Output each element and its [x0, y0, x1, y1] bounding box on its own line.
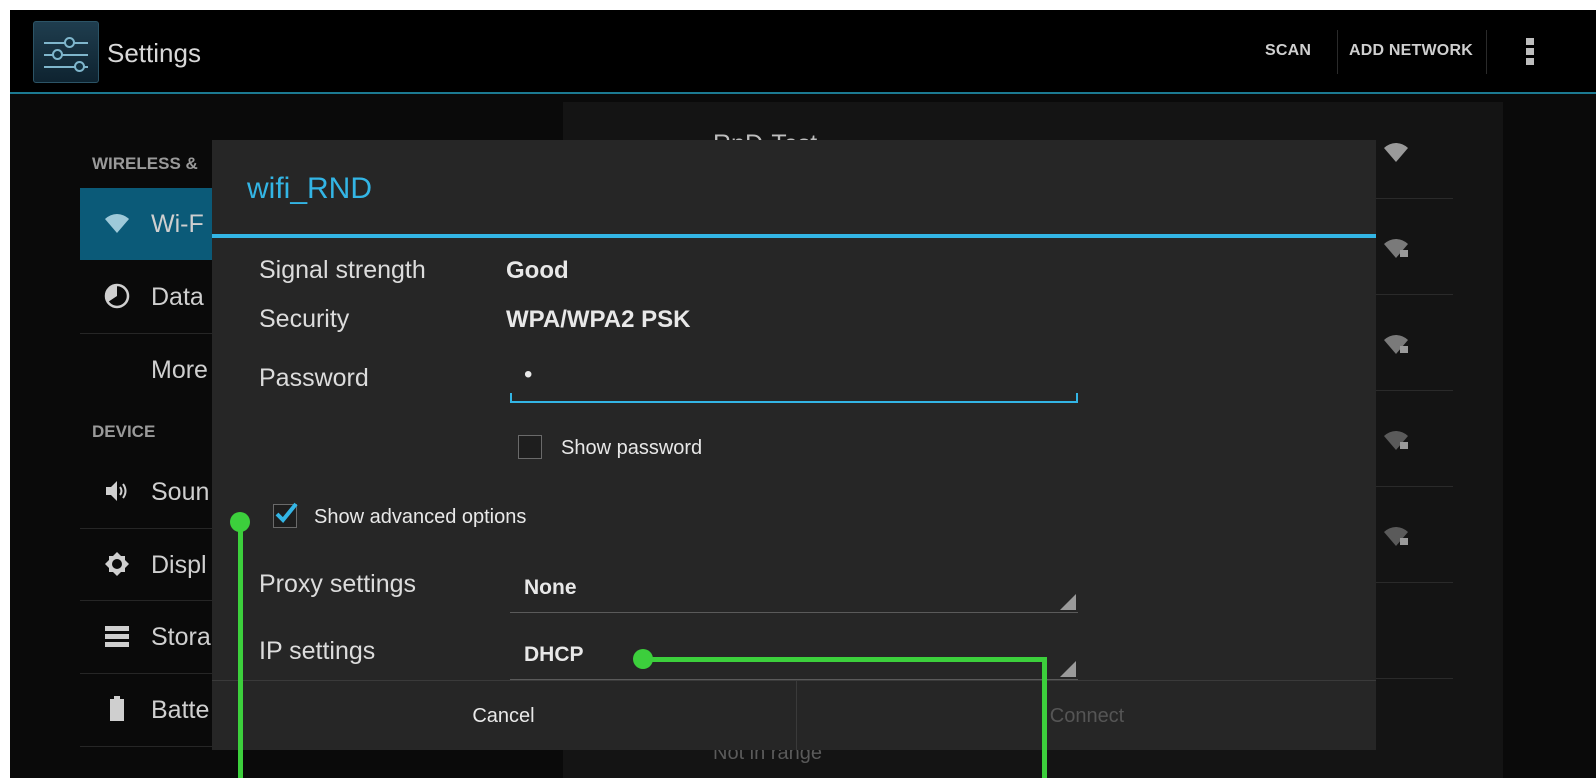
wifi-lock-icon: [1384, 527, 1408, 546]
signal-strength-label: Signal strength: [259, 256, 426, 284]
show-password-label[interactable]: Show password: [561, 437, 702, 460]
storage-icon: [105, 626, 129, 647]
show-advanced-checkbox[interactable]: [273, 502, 298, 528]
cancel-button[interactable]: Cancel: [212, 681, 795, 751]
annotation-dot: [230, 512, 250, 532]
show-password-checkbox[interactable]: [518, 435, 542, 459]
password-value: •: [524, 361, 533, 388]
sidebar-item-label: Data: [151, 283, 204, 311]
spinner-arrow-icon: [1060, 661, 1076, 677]
annotation-line: [1042, 657, 1047, 778]
overflow-menu-icon[interactable]: [1526, 38, 1534, 68]
sound-icon: [106, 481, 127, 501]
wifi-lock-icon: [1384, 431, 1408, 450]
settings-sliders-icon[interactable]: [33, 21, 99, 83]
security-label: Security: [259, 305, 350, 333]
wifi-icon: [105, 214, 129, 233]
connect-button[interactable]: Connect: [796, 681, 1377, 751]
annotation-line: [238, 521, 243, 778]
sidebar-item-label: Batte: [151, 696, 210, 724]
proxy-settings-label: Proxy settings: [259, 570, 417, 598]
app-title: Settings: [107, 38, 201, 68]
sidebar-item-label: Displ: [151, 551, 207, 579]
wifi-lock-icon: [1384, 239, 1408, 258]
wifi-signal-icon: [1384, 143, 1408, 162]
proxy-value: None: [524, 576, 577, 599]
signal-strength-value: Good: [506, 257, 569, 284]
password-label: Password: [259, 364, 369, 392]
security-value: WPA/WPA2 PSK: [506, 306, 691, 333]
annotation-dot: [633, 649, 653, 669]
sidebar-item-label: More: [151, 356, 208, 384]
title-divider: [212, 234, 1376, 238]
proxy-settings-spinner[interactable]: None: [510, 572, 1078, 613]
wifi-lock-icon: [1384, 335, 1408, 354]
sidebar-item-label: Stora: [151, 623, 211, 651]
checkmark-icon: [275, 502, 298, 523]
sidebar-item-label: Wi-F: [151, 210, 204, 238]
add-network-button[interactable]: ADD NETWORK: [1349, 42, 1473, 60]
battery-icon: [110, 696, 124, 721]
cancel-label: Cancel: [472, 705, 535, 727]
scan-button[interactable]: SCAN: [1265, 42, 1311, 60]
data-usage-icon: [104, 283, 130, 309]
dialog-button-bar: Cancel Connect: [212, 680, 1376, 751]
ip-value: DHCP: [524, 643, 584, 666]
annotation-line: [642, 657, 1047, 662]
spinner-arrow-icon: [1060, 594, 1076, 610]
ip-settings-label: IP settings: [259, 637, 376, 665]
password-field[interactable]: •: [510, 355, 1078, 403]
device-screen: Settings SCAN ADD NETWORK WIRELESS & Wi-…: [10, 10, 1596, 778]
section-header-wireless: WIRELESS &: [92, 154, 198, 173]
sidebar-item-label: Soun: [151, 478, 210, 506]
display-icon: [105, 552, 129, 576]
show-advanced-label[interactable]: Show advanced options: [314, 506, 526, 529]
dialog-title: wifi_RND: [247, 172, 373, 205]
section-header-device: DEVICE: [92, 422, 156, 441]
connect-label: Connect: [1049, 705, 1125, 727]
action-bar: Settings SCAN ADD NETWORK: [10, 10, 1596, 94]
